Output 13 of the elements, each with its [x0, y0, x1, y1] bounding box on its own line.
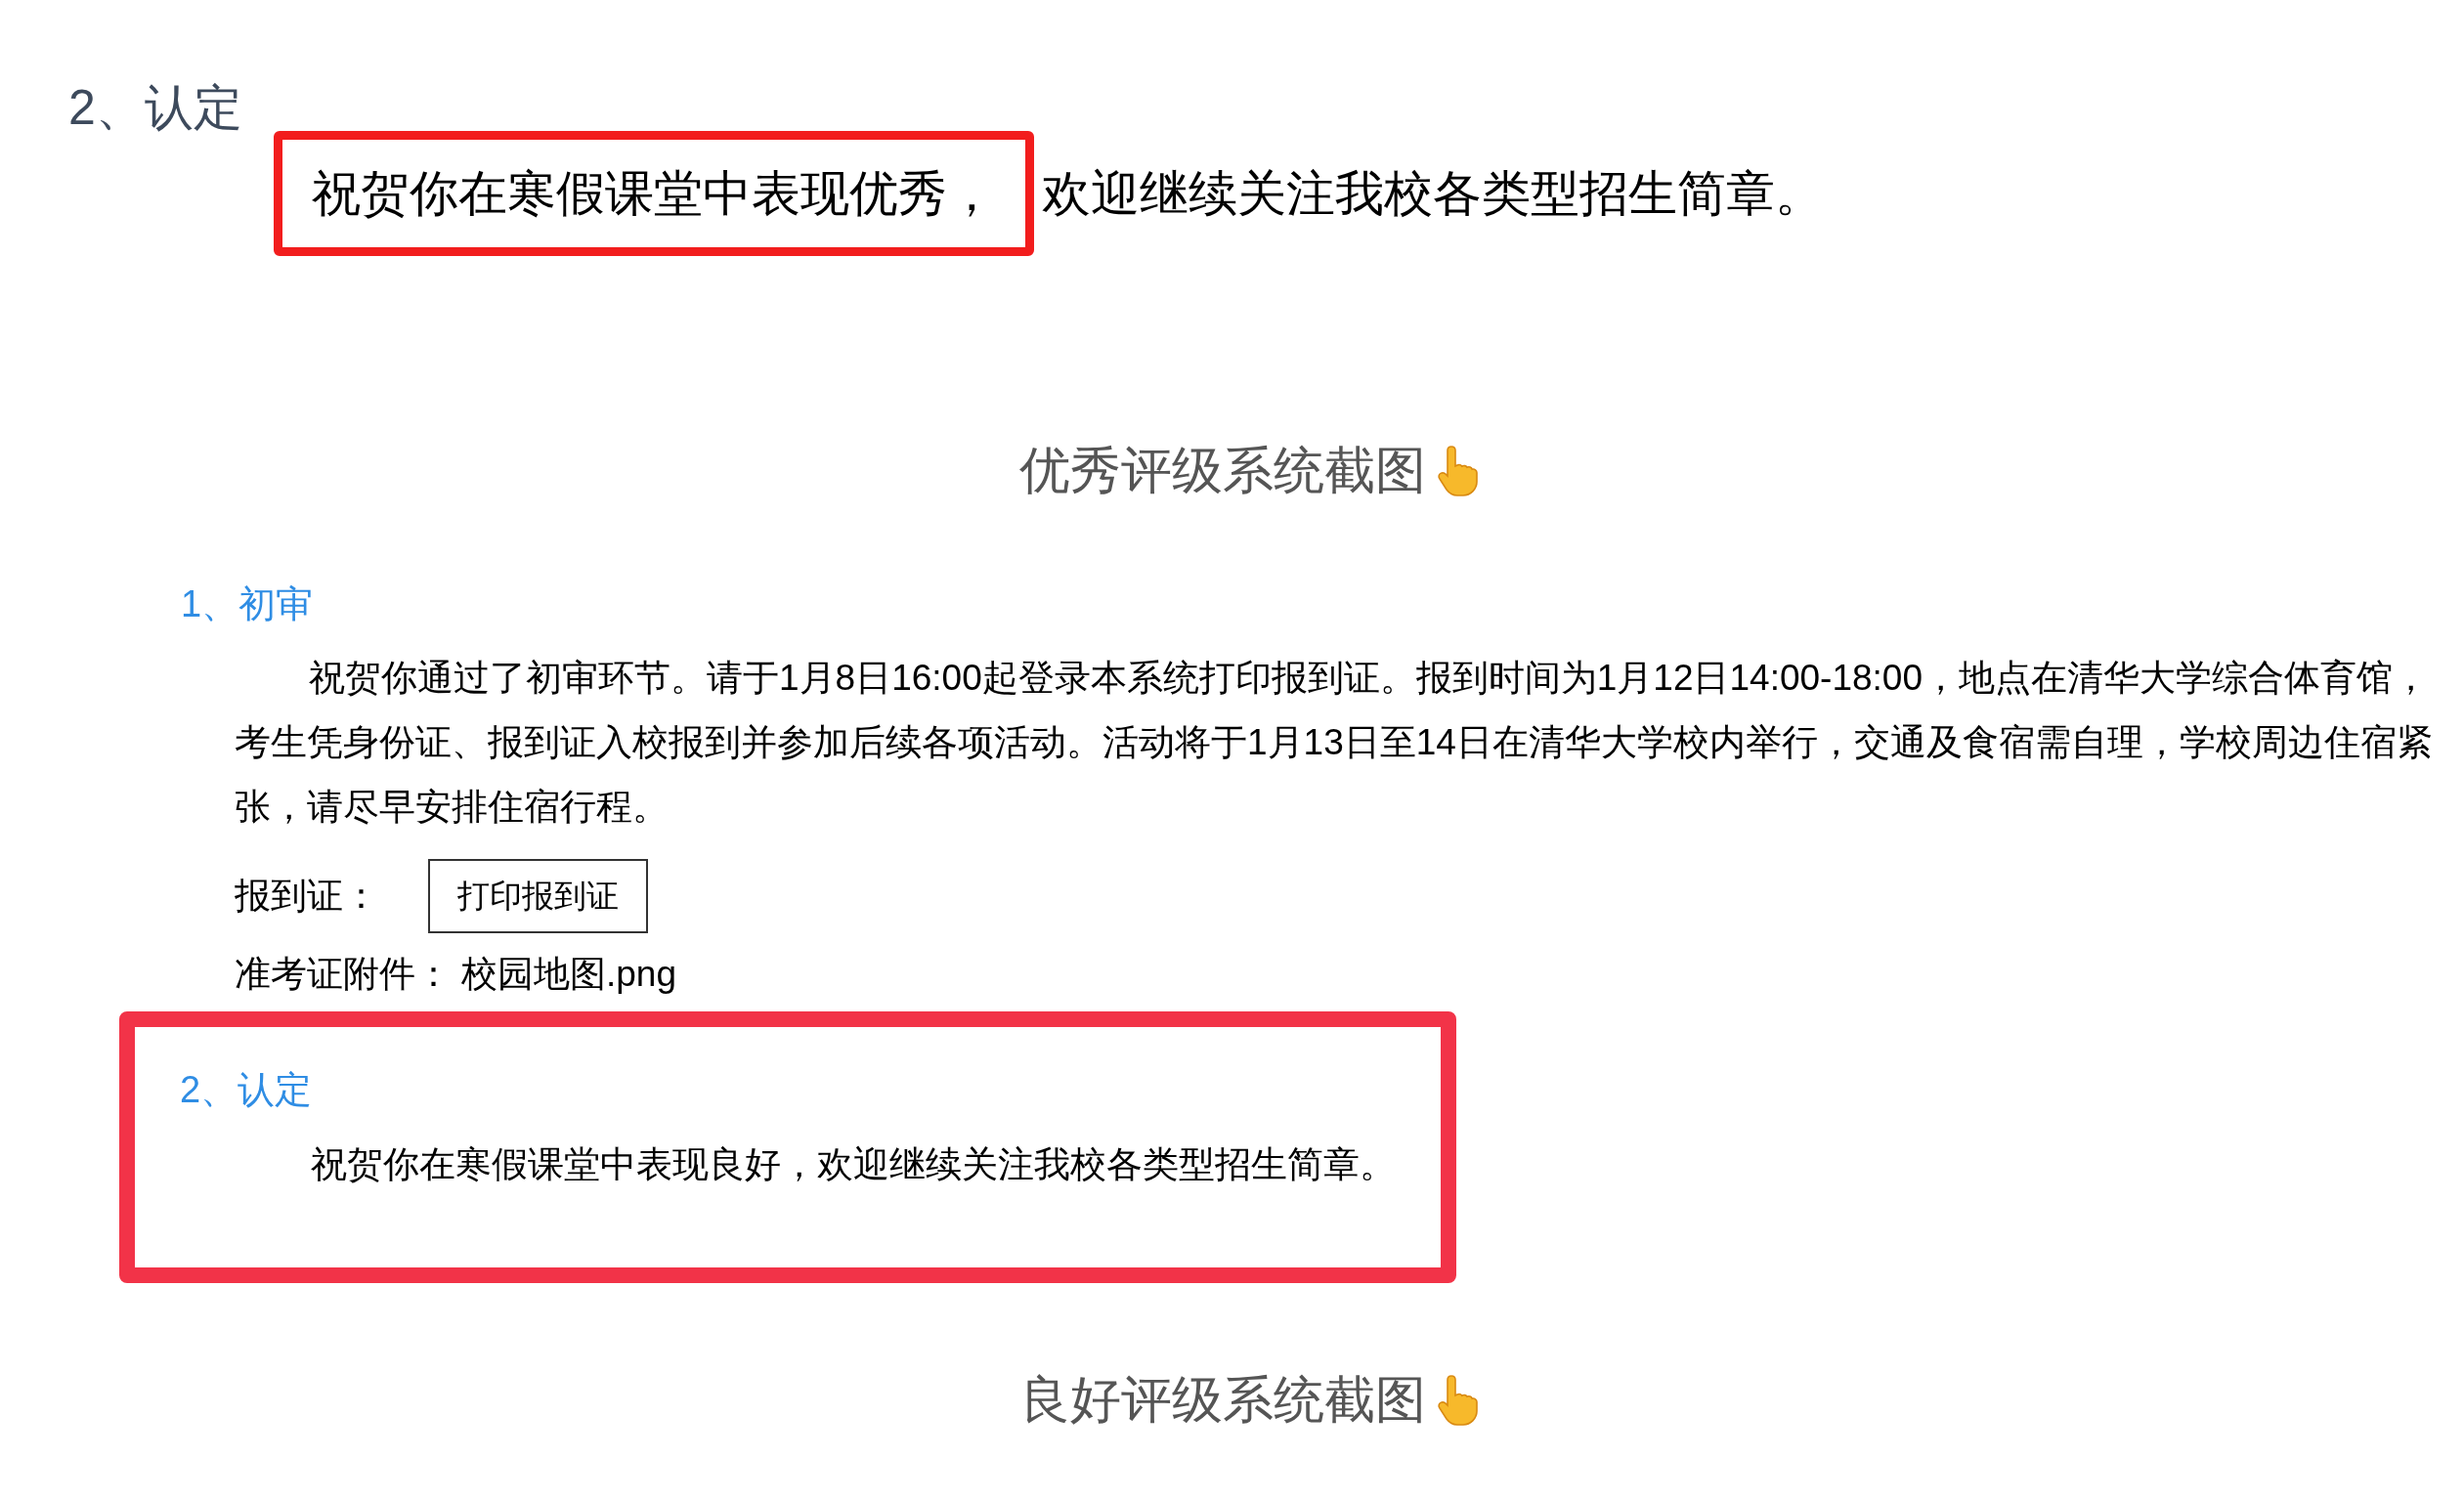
congratulation-text: 祝贺你在寒假课堂中表现优秀， — [312, 164, 996, 223]
section-heading: 2、认定 — [68, 79, 242, 137]
section-heading: 2、认定 — [180, 1067, 313, 1112]
field-label: 准考证附件： — [235, 953, 452, 996]
section-heading: 1、初审 — [181, 582, 314, 626]
notice-paragraph: 祝贺你通过了初审环节。请于1月8日16:00起登录本系统打印报到证。报到时间为1月12日14:00-18:00，地点在清华大学综合体育馆，考生凭身份证、报到证入校报到并参加后续各项活动。活动将于1月13日至14日在清华大学校内举行，交通及食宿需自理，学校周边住宿紧张，请尽早安排住宿行程。 — [235, 657, 2434, 829]
attachment-link[interactable]: 校园地图.png — [461, 947, 676, 1002]
congratulation-text: 祝贺你在寒假课堂中表现良好，欢迎继续关注我校各类型招生简章。 — [311, 1142, 1396, 1186]
field-label: 报到证： — [235, 875, 379, 919]
caption: 良好评级系统截图 — [1018, 1369, 1426, 1430]
print-button[interactable]: 打印报到证 — [428, 859, 648, 933]
caption: 优秀评级系统截图 — [1018, 441, 1426, 500]
follow-text: 欢迎继续关注我校各类型招生简章。 — [1042, 164, 1824, 223]
